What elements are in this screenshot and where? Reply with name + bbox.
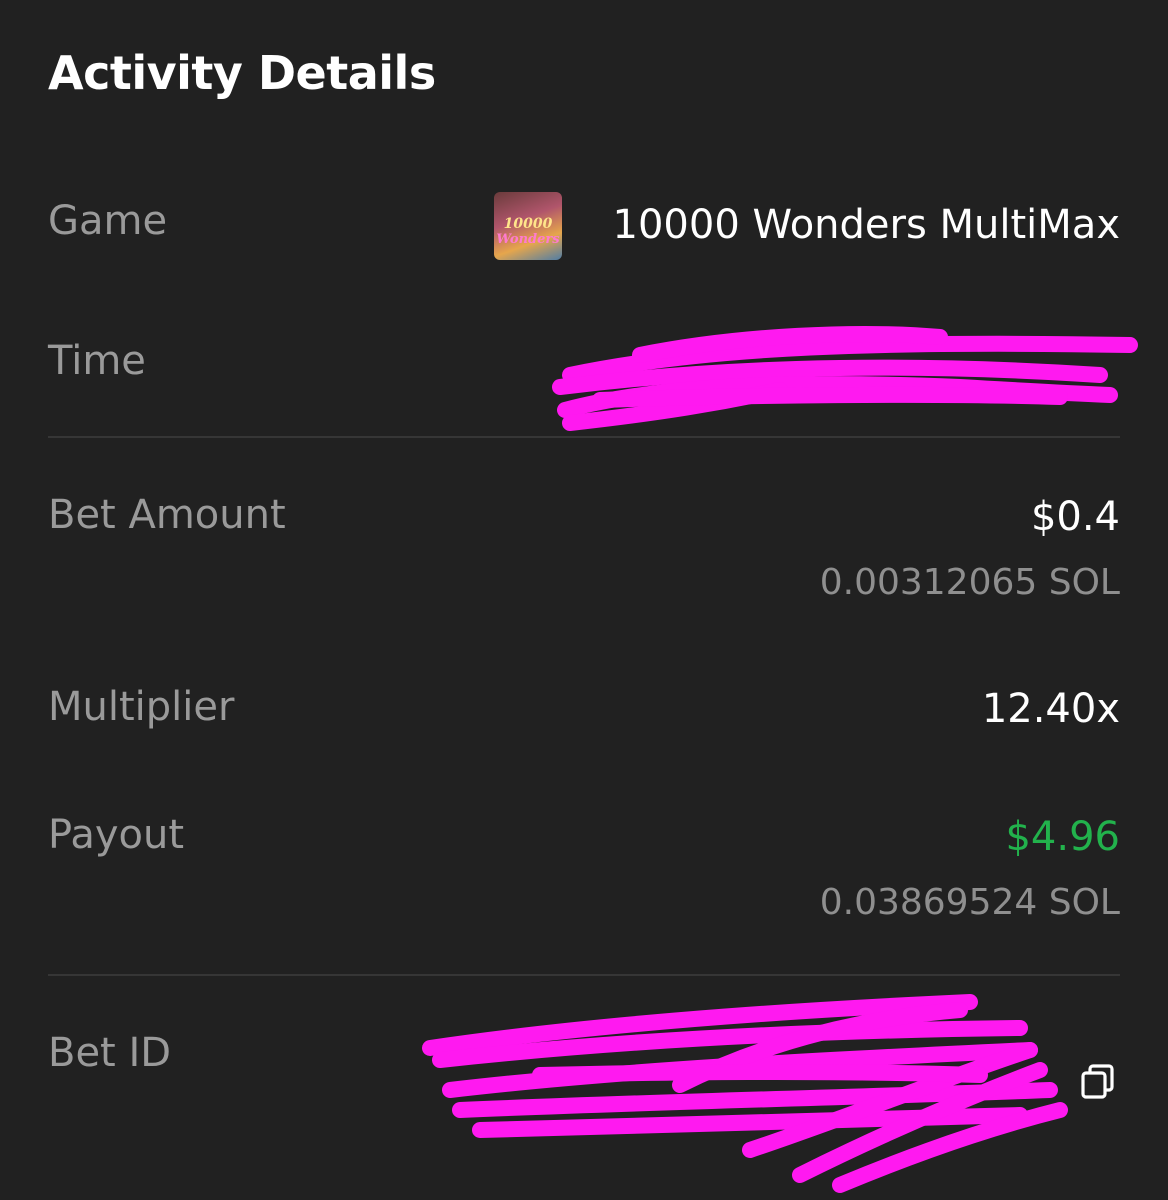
bet-id-label: Bet ID [48,1030,172,1076]
game-name[interactable]: 10000 Wonders MultiMax [613,202,1120,248]
game-thumbnail-title: 10000 [503,216,553,232]
payout-crypto: 0.03869524 SOL [819,882,1120,923]
game-label: Game [48,198,168,244]
bet-amount-crypto: 0.00312065 SOL [819,562,1120,603]
time-value-redaction [552,326,1138,431]
payout-label: Payout [48,812,185,858]
multiplier-label: Multiplier [48,684,235,730]
page-title: Activity Details [48,46,436,100]
section-divider [48,436,1120,438]
time-label: Time [48,338,146,384]
copy-icon[interactable] [1078,1062,1118,1102]
bet-id-value-redaction [422,994,1068,1193]
section-divider [48,974,1120,976]
bet-amount-usd: $0.4 [1030,494,1120,540]
activity-details-panel: Activity Details Game 10000 Wonders 1000… [0,0,1168,1200]
bet-amount-label: Bet Amount [48,492,286,538]
payout-usd: $4.96 [1005,814,1120,860]
game-thumbnail: 10000 Wonders [494,192,562,260]
game-thumbnail-subtitle: Wonders [496,232,560,247]
multiplier-value: 12.40x [981,686,1120,732]
